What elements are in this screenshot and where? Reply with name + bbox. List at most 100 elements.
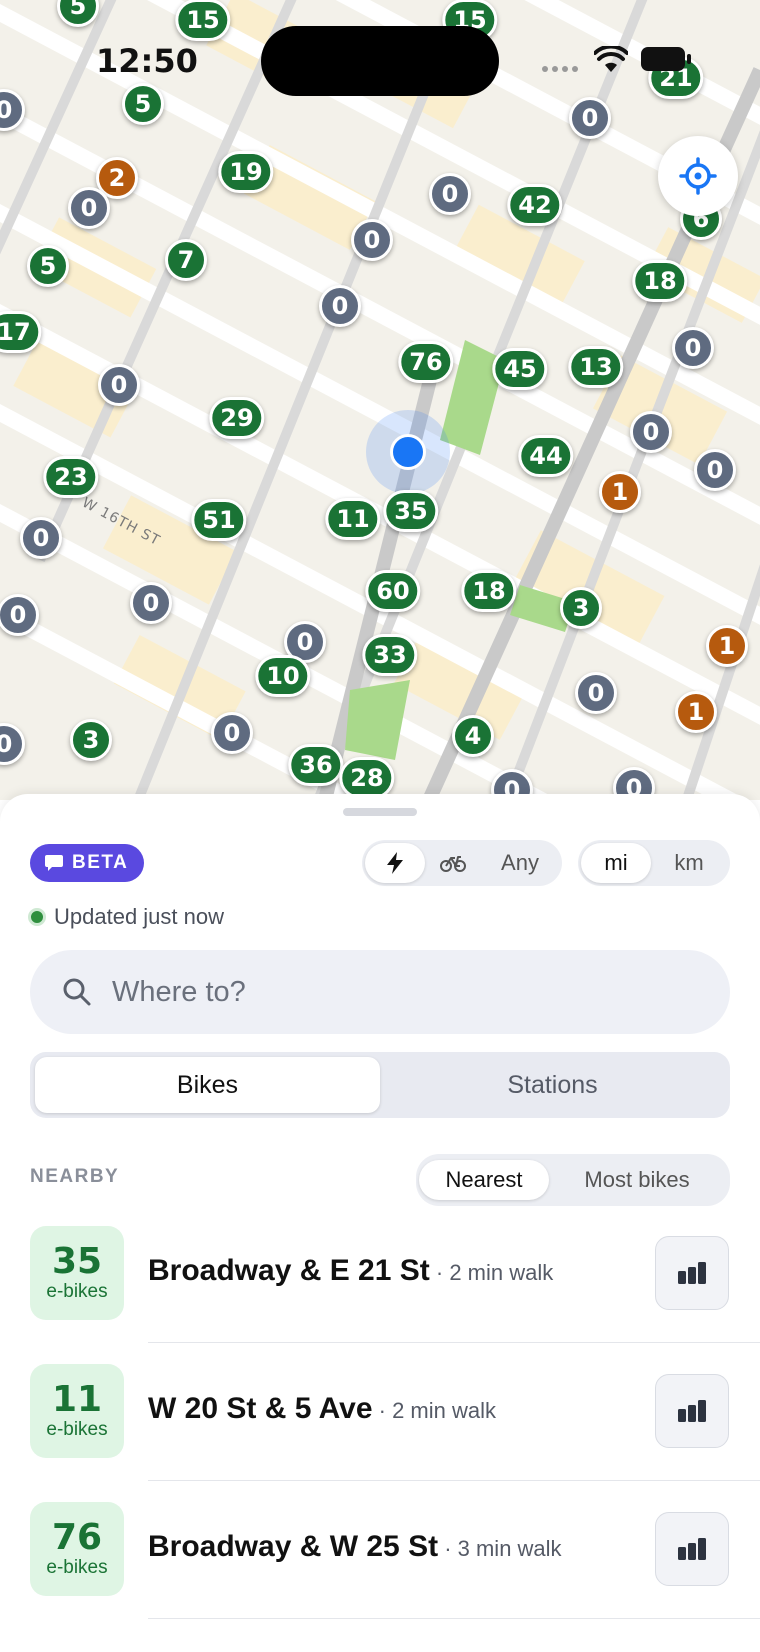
station-pin[interactable]: 0 xyxy=(68,187,110,229)
bottom-sheet[interactable]: BETA Any mi km Updated just now Where to… xyxy=(0,794,760,1652)
updated-text: Updated just now xyxy=(54,904,224,929)
filter-classic[interactable] xyxy=(425,843,481,883)
search-icon xyxy=(63,978,91,1006)
view-tabs[interactable]: Bikes Stations xyxy=(30,1052,730,1118)
bike-icon xyxy=(440,856,466,872)
section-label-nearby: NEARBY xyxy=(30,1166,120,1187)
bar-chart-icon xyxy=(678,1538,706,1560)
station-name: Broadway & E 21 St xyxy=(148,1254,430,1287)
tab-bikes[interactable]: Bikes xyxy=(35,1057,380,1113)
station-pin[interactable]: 0 xyxy=(694,449,736,491)
station-pin[interactable]: 60 xyxy=(365,570,421,612)
station-pin[interactable]: 0 xyxy=(98,364,140,406)
station-list: 35 e-bikes Broadway & E 21 St · 2 min wa… xyxy=(0,1226,760,1640)
station-pin[interactable]: 28 xyxy=(339,757,395,799)
station-pin[interactable]: 0 xyxy=(630,411,672,453)
walk-time: · 2 min walk xyxy=(372,1398,497,1423)
station-pin[interactable]: 51 xyxy=(191,499,247,541)
tab-stations[interactable]: Stations xyxy=(380,1057,725,1113)
station-pin[interactable]: 45 xyxy=(492,348,548,390)
station-text: Broadway & W 25 St · 3 min walk xyxy=(148,1530,562,1564)
filter-ebike[interactable] xyxy=(365,843,425,883)
row-divider xyxy=(148,1480,760,1481)
message-icon xyxy=(45,855,63,871)
filter-any[interactable]: Any xyxy=(481,843,559,883)
station-pin[interactable]: 0 xyxy=(429,173,471,215)
lightning-icon xyxy=(387,852,403,874)
map[interactable]: W 16TH ST 5 15 15 21 5 0 0 2 0 19 0 42 6… xyxy=(0,0,760,800)
station-pin[interactable]: 0 xyxy=(130,582,172,624)
locate-me-button[interactable] xyxy=(658,136,738,216)
station-pin[interactable]: 35 xyxy=(383,490,439,532)
station-pin[interactable]: 1 xyxy=(599,471,641,513)
sheet-grabber[interactable] xyxy=(343,808,417,816)
station-pin[interactable]: 0 xyxy=(672,327,714,369)
station-name: Broadway & W 25 St xyxy=(148,1530,439,1563)
station-pin[interactable]: 19 xyxy=(218,151,274,193)
station-pin[interactable]: 10 xyxy=(255,655,311,697)
bike-count-badge: 35 e-bikes xyxy=(30,1226,124,1320)
units-km[interactable]: km xyxy=(651,843,727,883)
units-toggle[interactable]: mi km xyxy=(578,840,730,886)
station-pin[interactable]: 0 xyxy=(351,219,393,261)
station-pin[interactable]: 0 xyxy=(319,285,361,327)
bike-count-badge: 76 e-bikes xyxy=(30,1502,124,1596)
station-pin[interactable]: 0 xyxy=(575,672,617,714)
beta-badge[interactable]: BETA xyxy=(30,844,145,882)
station-pin[interactable]: 11 xyxy=(325,498,381,540)
station-pin[interactable]: 42 xyxy=(507,184,563,226)
station-pin[interactable]: 0 xyxy=(20,517,62,559)
status-time: 12:50 xyxy=(96,42,198,80)
station-pin[interactable]: 44 xyxy=(518,435,574,477)
station-pin[interactable]: 1 xyxy=(675,691,717,733)
station-pin[interactable]: 3 xyxy=(70,719,112,761)
station-pin[interactable]: 5 xyxy=(27,245,69,287)
stats-button[interactable] xyxy=(655,1374,729,1448)
sort-nearest[interactable]: Nearest xyxy=(419,1160,549,1200)
dynamic-island xyxy=(261,26,499,96)
bike-type-filter[interactable]: Any xyxy=(362,840,562,886)
walk-time: · 2 min walk xyxy=(429,1260,554,1285)
search-bar[interactable] xyxy=(30,950,730,1034)
stats-button[interactable] xyxy=(655,1236,729,1310)
station-pin[interactable]: 0 xyxy=(211,712,253,754)
bike-count: 35 xyxy=(51,1241,103,1282)
live-indicator-icon xyxy=(28,908,46,926)
signal-dots-icon xyxy=(542,66,578,72)
station-pin[interactable]: 18 xyxy=(461,570,517,612)
row-divider xyxy=(148,1618,760,1619)
station-pin[interactable]: 33 xyxy=(362,634,418,676)
row-divider xyxy=(148,1342,760,1343)
sort-most-bikes[interactable]: Most bikes xyxy=(549,1160,725,1200)
stats-button[interactable] xyxy=(655,1512,729,1586)
beta-label: BETA xyxy=(72,852,129,873)
station-pin[interactable]: 13 xyxy=(568,346,624,388)
station-pin[interactable]: 76 xyxy=(398,341,454,383)
station-pin[interactable]: 4 xyxy=(452,715,494,757)
units-mi[interactable]: mi xyxy=(581,843,651,883)
crosshair-icon xyxy=(679,157,717,195)
status-bar: 12:50 xyxy=(0,0,760,120)
bar-chart-icon xyxy=(678,1262,706,1284)
bike-count-badge: 11 e-bikes xyxy=(30,1364,124,1458)
station-pin[interactable]: 23 xyxy=(43,456,99,498)
station-pin[interactable]: 18 xyxy=(632,260,688,302)
list-item[interactable]: 11 e-bikes W 20 St & 5 Ave · 2 min walk xyxy=(0,1364,760,1502)
station-pin[interactable]: 7 xyxy=(165,239,207,281)
bar-chart-icon xyxy=(678,1400,706,1422)
sort-toggle[interactable]: Nearest Most bikes xyxy=(416,1154,730,1206)
walk-time: · 3 min walk xyxy=(438,1536,562,1561)
station-pin[interactable]: 36 xyxy=(288,744,344,786)
station-pin[interactable]: 29 xyxy=(209,397,265,439)
search-input[interactable] xyxy=(110,974,674,1010)
list-item[interactable]: 76 e-bikes Broadway & W 25 St · 3 min wa… xyxy=(0,1502,760,1640)
battery-icon xyxy=(641,47,691,71)
station-pin[interactable]: 1 xyxy=(706,625,748,667)
list-item[interactable]: 35 e-bikes Broadway & E 21 St · 2 min wa… xyxy=(0,1226,760,1364)
station-text: W 20 St & 5 Ave · 2 min walk xyxy=(148,1392,496,1426)
bike-count: 11 xyxy=(51,1379,103,1420)
station-pin[interactable]: 3 xyxy=(560,587,602,629)
station-text: Broadway & E 21 St · 2 min walk xyxy=(148,1254,553,1288)
bike-unit: e-bikes xyxy=(46,1281,108,1302)
wifi-icon xyxy=(594,46,628,72)
